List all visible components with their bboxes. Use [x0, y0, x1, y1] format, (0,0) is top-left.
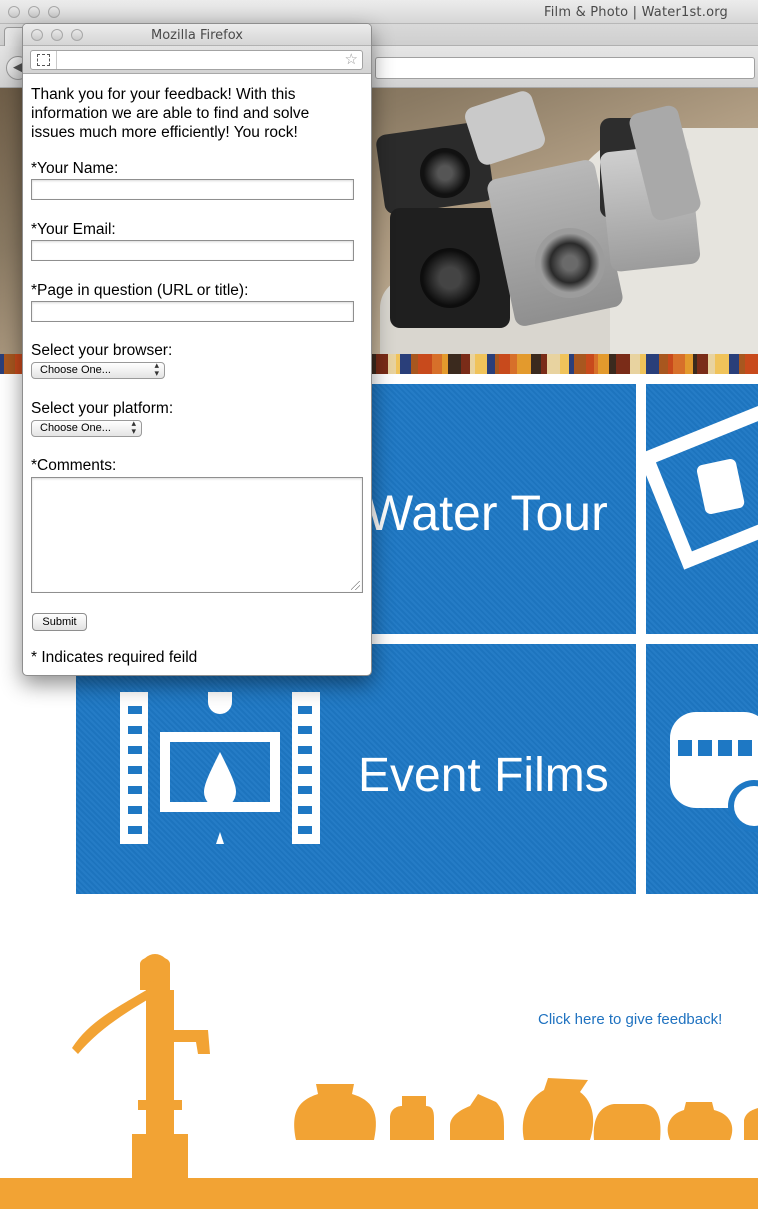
camera-lens-image — [420, 248, 480, 308]
give-feedback-link[interactable]: Click here to give feedback! — [538, 1011, 722, 1028]
strip-segment — [411, 354, 418, 374]
strip-segment — [685, 354, 693, 374]
resize-grip-icon[interactable] — [351, 581, 360, 590]
strip-segment — [400, 354, 411, 374]
strip-segment — [376, 354, 388, 374]
strip-segment — [517, 354, 531, 374]
screen: Film & Photo | Water1st.org ◀ Water Tour — [0, 0, 758, 1209]
tile-water-tour-label: Water Tour — [366, 485, 608, 541]
comments-textarea[interactable] — [31, 477, 363, 593]
popup-address-bar[interactable]: ☆ — [30, 50, 363, 70]
popup-titlebar[interactable]: Mozilla Firefox — [23, 24, 371, 46]
close-window-button[interactable] — [8, 6, 20, 18]
film-strip-icon — [120, 692, 320, 844]
strip-segment — [475, 354, 487, 374]
tile-photos[interactable] — [637, 384, 758, 634]
strip-segment — [461, 354, 470, 374]
water-pump-and-pots-silhouette — [72, 954, 758, 1180]
browser-select-value: Choose One... — [40, 364, 111, 376]
camera-lens-image — [535, 228, 605, 298]
site-identity-icon[interactable] — [37, 54, 50, 66]
browser-select[interactable]: Choose One... ▴ ▾ — [31, 362, 165, 379]
platform-label: Select your platform: — [31, 400, 174, 417]
intro-text: Thank you for your feedback! With this i… — [31, 86, 310, 141]
strip-segment — [448, 354, 461, 374]
strip-segment — [499, 354, 510, 374]
submit-button[interactable]: Submit — [32, 613, 87, 631]
strip-segment — [745, 354, 758, 374]
strip-segment — [616, 354, 630, 374]
page-input[interactable] — [31, 301, 354, 322]
main-window-titlebar[interactable]: Film & Photo | Water1st.org — [0, 0, 758, 24]
zoom-window-button[interactable] — [48, 6, 60, 18]
strip-segment — [15, 354, 22, 374]
select-arrows-icon: ▴ ▾ — [131, 419, 136, 437]
strip-segment — [432, 354, 442, 374]
strip-segment — [729, 354, 739, 374]
ground-band — [0, 1178, 758, 1209]
strip-segment — [574, 354, 586, 374]
name-label: *Your Name: — [31, 160, 119, 177]
platform-select-value: Choose One... — [40, 422, 111, 434]
comments-label: *Comments: — [31, 457, 117, 474]
strip-segment — [418, 354, 432, 374]
bookmark-star-icon[interactable]: ☆ — [345, 50, 358, 68]
tile-event-films-label: Event Films — [358, 749, 609, 802]
tile-event-films[interactable]: Event Films — [76, 644, 636, 894]
photos-icon — [637, 396, 758, 570]
camera-lens-image — [420, 148, 470, 198]
bus-icon — [670, 712, 758, 832]
address-divider — [56, 51, 57, 69]
strip-segment — [659, 354, 668, 374]
strip-segment — [388, 354, 396, 374]
strip-segment — [630, 354, 640, 374]
strip-segment — [715, 354, 729, 374]
name-input[interactable] — [31, 179, 354, 200]
strip-segment — [609, 354, 616, 374]
email-label: *Your Email: — [31, 221, 116, 238]
strip-segment — [547, 354, 560, 374]
required-field-note: * Indicates required feild — [31, 649, 198, 666]
strip-segment — [598, 354, 609, 374]
strip-segment — [487, 354, 495, 374]
select-arrows-icon: ▴ ▾ — [154, 361, 159, 379]
email-input[interactable] — [31, 240, 354, 261]
address-bar[interactable] — [375, 57, 755, 79]
tile-bus[interactable] — [646, 644, 758, 894]
popup-window-title: Mozilla Firefox — [151, 28, 243, 43]
page-label: *Page in question (URL or title): — [31, 282, 249, 299]
strip-segment — [531, 354, 541, 374]
main-window-title: Film & Photo | Water1st.org — [544, 5, 728, 20]
strip-segment — [510, 354, 517, 374]
strip-segment — [673, 354, 685, 374]
strip-segment — [646, 354, 659, 374]
platform-select[interactable]: Choose One... ▴ ▾ — [31, 420, 142, 437]
minimize-window-button[interactable] — [28, 6, 40, 18]
popup-toolbar: ☆ — [23, 46, 371, 74]
strip-segment — [4, 354, 15, 374]
strip-segment — [697, 354, 708, 374]
browser-label: Select your browser: — [31, 342, 173, 359]
strip-segment — [560, 354, 569, 374]
feedback-popup-window[interactable]: Mozilla Firefox ☆ Thank you for your fee… — [22, 23, 372, 676]
strip-segment — [586, 354, 594, 374]
strip-segment — [708, 354, 715, 374]
